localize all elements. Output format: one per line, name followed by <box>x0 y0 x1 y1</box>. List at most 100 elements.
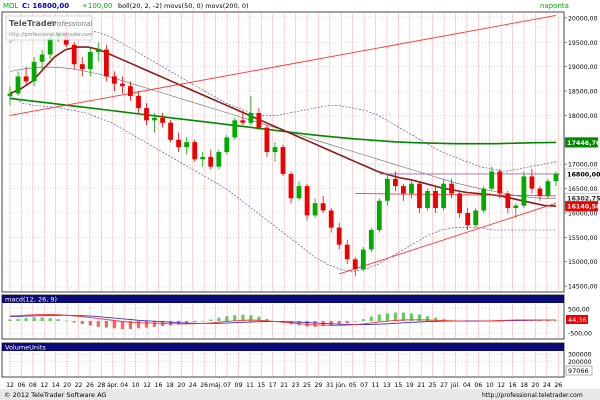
x-tick-label: 12 <box>6 382 14 389</box>
x-tick-label: 18 <box>520 382 528 389</box>
price-tag-label: 16800,00 <box>567 170 600 178</box>
x-tick-label: 15 <box>257 382 265 389</box>
candle-body <box>417 183 422 209</box>
candle-body <box>87 52 93 70</box>
period-label: naponta <box>540 2 569 10</box>
macd-histogram-bar <box>144 321 149 328</box>
candle-body <box>465 213 471 226</box>
x-tick-label: 25 <box>303 382 311 389</box>
x-tick-label: 22 <box>75 382 83 389</box>
x-tick-label: 29 <box>314 382 322 389</box>
price-y-tick-label: 19000,00 <box>568 64 598 71</box>
x-tick-label: 07 <box>223 382 231 389</box>
macd-histogram-bar <box>120 321 124 329</box>
price-y-tick-label: 14500,00 <box>568 284 598 291</box>
x-tick-label: 17 <box>269 382 277 389</box>
macd-histogram-bar <box>313 321 317 327</box>
candle-body <box>473 210 479 226</box>
volume-pane: VolumeUnits 300000200000 97066 <box>1 342 593 378</box>
x-tick-label: 04 <box>463 382 471 389</box>
price-y-tick-label: 20000,00 <box>568 15 598 22</box>
candle-body <box>216 152 222 167</box>
x-tick-label: 24 <box>543 382 551 389</box>
x-tick-label: 18 <box>166 382 174 389</box>
candle-body <box>401 186 406 194</box>
x-tick-label: júl. <box>450 381 460 389</box>
logo-line2: Professional <box>50 20 92 28</box>
macd-histogram-bar <box>88 321 92 326</box>
candle-body <box>513 205 519 208</box>
macd-histogram-bar <box>225 316 229 321</box>
candle-body <box>15 76 21 94</box>
x-tick-label: 31 <box>326 382 334 389</box>
candle-body <box>360 249 366 269</box>
candle-body <box>409 183 414 194</box>
candle-body <box>200 156 206 160</box>
x-tick-label: 21 <box>417 382 425 389</box>
x-tick-label: 04 <box>120 382 128 389</box>
candle-body <box>71 44 77 65</box>
price-y-tick-label: 15500,00 <box>568 235 598 242</box>
candle-body <box>208 156 214 167</box>
macd-histogram-bar <box>56 319 60 321</box>
stock-chart: MOL C: 16800,00 +100,00 boll(20, 2, -2) … <box>0 0 600 400</box>
macd-histogram-bar <box>369 316 373 321</box>
macd-histogram-bar <box>169 321 173 326</box>
candle-body <box>425 191 430 209</box>
candle-body <box>497 171 503 194</box>
macd-title: macd(12, 26, 9) <box>5 296 57 304</box>
x-tick-label: jún. <box>334 381 347 389</box>
candle-body <box>529 176 535 189</box>
candle-body <box>79 64 85 70</box>
x-tick-label: 08 <box>29 382 37 389</box>
candle-body <box>320 203 326 211</box>
candle-body <box>168 122 173 140</box>
macd-histogram-bar <box>305 321 309 327</box>
candle-body <box>23 76 29 82</box>
logo-url: http://professional.teletrader.com <box>9 32 93 38</box>
candle-body <box>31 61 37 82</box>
price-y-tick-label: 19500,00 <box>568 40 598 47</box>
candle-body <box>368 230 374 250</box>
x-tick-label: 26 <box>200 382 208 389</box>
candle-body <box>481 188 487 211</box>
price-tag-label: 17446,70 <box>567 139 600 147</box>
candle-body <box>256 113 262 128</box>
logo-line1: TeleTrader <box>9 19 56 28</box>
candle-body <box>489 171 495 189</box>
candle-body <box>376 200 382 231</box>
x-tick-label: 12 <box>497 382 505 389</box>
candle-body <box>545 181 551 196</box>
footer-url: http://professional.teletrader.com <box>482 392 583 399</box>
candle-body <box>112 76 117 84</box>
candle-body <box>304 186 310 216</box>
macd-histogram-bar <box>112 321 116 329</box>
x-tick-label: 07 <box>360 382 368 389</box>
candle-body <box>328 210 334 228</box>
macd-histogram-bar <box>8 319 12 321</box>
candle-body <box>176 139 181 148</box>
candle-body <box>352 259 358 270</box>
x-tick-label: 27 <box>440 382 448 389</box>
candle-body <box>136 95 141 109</box>
x-tick-label: 05 <box>349 382 357 389</box>
macd-histogram-bar <box>16 318 20 321</box>
macd-histogram-bar <box>233 315 237 321</box>
candle-body <box>457 193 462 213</box>
copyright-label: © 2012 TeleTrader Software AG <box>4 391 106 399</box>
candle-body <box>184 142 189 148</box>
x-tick-label: 06 <box>17 382 25 389</box>
chart-footer: © 2012 TeleTrader Software AG http://pro… <box>0 389 600 400</box>
candle-body <box>449 183 454 194</box>
candle-body <box>280 147 286 174</box>
x-tick-label: 10 <box>132 382 140 389</box>
candle-body <box>128 86 133 96</box>
candle-body <box>192 142 198 160</box>
price-y-tick-label: 18500,00 <box>568 89 598 96</box>
candle-body <box>312 203 318 216</box>
price-tag-label: 16140,50 <box>567 203 600 211</box>
macd-histogram-bar <box>377 314 381 321</box>
candle-body <box>272 147 278 152</box>
macd-histogram-bar <box>40 317 44 321</box>
candle-body <box>232 120 238 138</box>
